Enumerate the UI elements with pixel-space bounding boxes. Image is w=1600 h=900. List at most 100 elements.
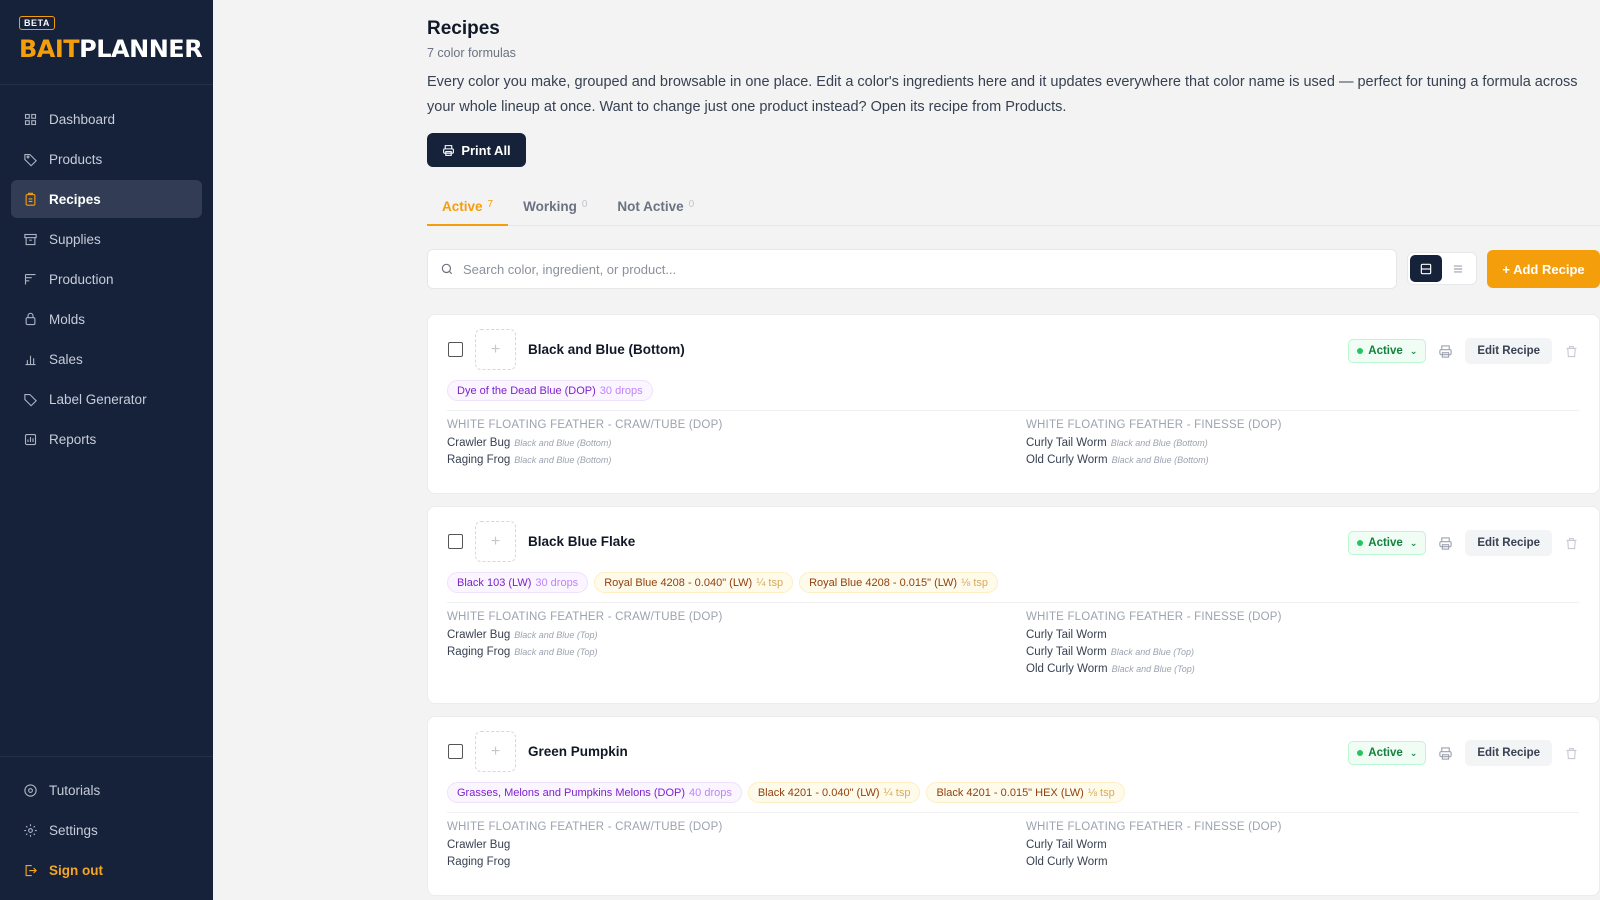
status-dot xyxy=(1357,750,1364,756)
sidebar-item-sign-out[interactable]: Sign out xyxy=(11,851,202,889)
trash-icon[interactable] xyxy=(1564,746,1579,761)
card-view-button[interactable] xyxy=(1410,255,1442,282)
status-dot xyxy=(1357,540,1364,546)
printer-icon[interactable] xyxy=(1438,746,1453,761)
recipe-name[interactable]: Black Blue Flake xyxy=(528,534,635,549)
card-view-icon xyxy=(1420,263,1432,274)
product-group-title: WHITE FLOATING FEATHER - FINESSE (DOP) xyxy=(1026,821,1282,833)
trash-icon[interactable] xyxy=(1564,344,1579,359)
product-line[interactable]: Raging Frog Black and Blue (Top) xyxy=(447,646,967,663)
product-line[interactable]: Curly Tail Worm Black and Blue (Top) xyxy=(1026,646,1546,663)
tab-not-active[interactable]: Not Active 0 xyxy=(602,196,709,226)
sidebar-item-settings[interactable]: Settings xyxy=(11,811,202,849)
add-recipe-button[interactable]: + Add Recipe xyxy=(1487,250,1600,288)
sidebar-item-label: Molds xyxy=(49,311,86,327)
trash-icon[interactable] xyxy=(1564,536,1579,551)
sidebar-item-products[interactable]: Products xyxy=(11,140,202,178)
sidebar-item-sales[interactable]: Sales xyxy=(11,340,202,378)
bar-chart-icon xyxy=(25,355,36,365)
clipboard-icon xyxy=(25,192,36,206)
ingredient-chip: Grasses, Melons and Pumpkins Melons (DOP… xyxy=(447,782,742,803)
sidebar-item-dashboard[interactable]: Dashboard xyxy=(11,100,202,138)
print-all-label: Print All xyxy=(461,142,511,158)
beta-badge: BETA xyxy=(19,16,55,30)
sidebar-bottom-nav: Tutorials Settings Sign out xyxy=(11,771,202,891)
printer-icon[interactable] xyxy=(1438,536,1453,551)
gear-icon xyxy=(24,823,37,837)
sidebar-item-supplies[interactable]: Supplies xyxy=(11,220,202,258)
product-group-title: WHITE FLOATING FEATHER - FINESSE (DOP) xyxy=(1026,419,1282,431)
tab-label: Active xyxy=(442,199,483,214)
product-line[interactable]: Curly Tail Worm xyxy=(1026,839,1546,856)
product-line[interactable]: Raging Frog xyxy=(447,856,967,873)
sidebar-item-tutorials[interactable]: Tutorials xyxy=(11,771,202,809)
tab-label: Working xyxy=(523,199,577,214)
page-title: Recipes xyxy=(427,18,500,39)
add-image-placeholder[interactable]: + xyxy=(475,731,516,772)
product-line[interactable]: Raging Frog Black and Blue (Bottom) xyxy=(447,454,967,471)
sidebar-item-label: Supplies xyxy=(49,231,101,247)
status-dot xyxy=(1357,348,1364,354)
recipe-card: + Black and Blue (Bottom) Active ⌄ Edit … xyxy=(427,314,1600,494)
product-line[interactable]: Old Curly Worm xyxy=(1026,856,1546,873)
sidebar-item-reports[interactable]: Reports xyxy=(11,420,202,458)
ingredient-chip: Royal Blue 4208 - 0.040" (LW) ¼ tsp xyxy=(594,572,794,593)
card-divider xyxy=(447,602,1579,603)
sidebar-item-label: Products xyxy=(49,151,103,167)
sidebar-item-production[interactable]: Production xyxy=(11,260,202,298)
recipe-name[interactable]: Green Pumpkin xyxy=(528,744,628,759)
product-line[interactable]: Old Curly Worm Black and Blue (Bottom) xyxy=(1026,454,1546,471)
printer-icon xyxy=(443,144,455,156)
search-input[interactable] xyxy=(463,261,1363,277)
ingredient-chip: Black 103 (LW) 30 drops xyxy=(447,572,589,593)
printer-icon[interactable] xyxy=(1438,344,1453,359)
product-group-title: WHITE FLOATING FEATHER - CRAW/TUBE (DOP) xyxy=(447,419,723,431)
sidebar-divider xyxy=(0,756,213,757)
sidebar-nav: Dashboard Products Recipes Supplies Prod… xyxy=(11,100,202,460)
search-box[interactable] xyxy=(427,249,1397,289)
edit-recipe-button[interactable]: Edit Recipe xyxy=(1465,530,1552,556)
sidebar-item-label: Reports xyxy=(49,431,97,447)
add-image-placeholder[interactable]: + xyxy=(475,521,516,562)
print-all-button[interactable]: Print All xyxy=(427,133,526,167)
sidebar-item-label-generator[interactable]: Label Generator xyxy=(11,380,202,418)
report-icon xyxy=(24,433,37,445)
product-line[interactable]: Crawler Bug Black and Blue (Top) xyxy=(447,629,967,646)
sidebar-item-molds[interactable]: Molds xyxy=(11,300,202,338)
play-circle-icon xyxy=(24,783,37,797)
sidebar-item-recipes[interactable]: Recipes xyxy=(11,180,202,218)
recipe-select-checkbox[interactable] xyxy=(448,534,463,549)
product-line[interactable]: Curly Tail Worm xyxy=(1026,629,1546,646)
main-content: Recipes 7 color formulas Every color you… xyxy=(427,0,1600,900)
edit-recipe-button[interactable]: Edit Recipe xyxy=(1465,338,1552,364)
recipe-name[interactable]: Black and Blue (Bottom) xyxy=(528,342,685,357)
edit-recipe-button[interactable]: Edit Recipe xyxy=(1465,740,1552,766)
product-group: WHITE FLOATING FEATHER - FINESSE (DOP) C… xyxy=(1026,821,1546,873)
tab-active[interactable]: Active 7 xyxy=(427,196,509,226)
add-image-placeholder[interactable]: + xyxy=(475,329,516,370)
brand-name: BAITPLANNER xyxy=(19,35,203,63)
status-dropdown[interactable]: Active ⌄ xyxy=(1348,741,1427,765)
product-line[interactable]: Crawler Bug xyxy=(447,839,967,856)
status-dropdown[interactable]: Active ⌄ xyxy=(1348,339,1427,363)
tab-working[interactable]: Working 0 xyxy=(508,196,602,226)
recipe-card: + Green Pumpkin Active ⌄ Edit Recipe Gra… xyxy=(427,716,1600,896)
status-dropdown[interactable]: Active ⌄ xyxy=(1348,531,1427,555)
product-group: WHITE FLOATING FEATHER - FINESSE (DOP) C… xyxy=(1026,419,1546,471)
list-view-button[interactable] xyxy=(1442,255,1474,282)
chevron-down-icon: ⌄ xyxy=(1409,747,1418,758)
list-view-icon xyxy=(1453,265,1463,272)
recipe-card: + Black Blue Flake Active ⌄ Edit Recipe … xyxy=(427,506,1600,704)
product-line[interactable]: Curly Tail Worm Black and Blue (Bottom) xyxy=(1026,437,1546,454)
product-line[interactable]: Crawler Bug Black and Blue (Bottom) xyxy=(447,437,967,454)
page-description: Every color you make, grouped and browsa… xyxy=(427,74,1578,115)
logo[interactable]: BETA BAITPLANNER xyxy=(0,0,213,85)
status-tabs: Active 7 Working 0 Not Active 0 xyxy=(427,196,1600,226)
tab-count: 0 xyxy=(688,199,695,210)
product-line[interactable]: Old Curly Worm Black and Blue (Top) xyxy=(1026,663,1546,680)
sidebar-item-label: Settings xyxy=(49,822,98,838)
ingredient-list: Black 103 (LW) 30 drops Royal Blue 4208 -… xyxy=(447,572,998,593)
recipe-select-checkbox[interactable] xyxy=(448,744,463,759)
tab-count: 0 xyxy=(581,199,588,210)
recipe-select-checkbox[interactable] xyxy=(448,342,463,357)
